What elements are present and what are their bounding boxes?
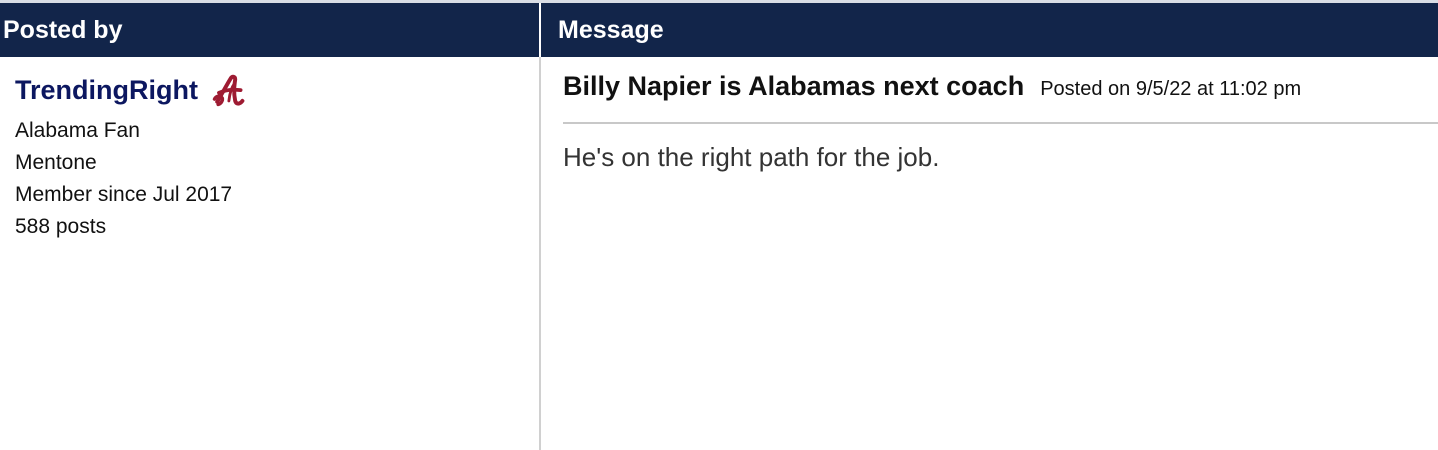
location-label: Mentone xyxy=(15,151,97,174)
author-column: TrendingRight Alabama Fan Mentone Member… xyxy=(0,57,541,450)
post-heading: Billy Napier is Alabamas next coach Post… xyxy=(563,71,1438,111)
forum-post-page: Posted by Message TrendingRight Alabama … xyxy=(0,0,1438,450)
author-name-row: TrendingRight xyxy=(15,68,246,113)
post-body-text: He's on the right path for the job. xyxy=(563,142,940,172)
member-since-label: Member since Jul 2017 xyxy=(15,183,233,206)
post-timestamp: Posted on 9/5/22 at 11:02 pm xyxy=(1040,78,1302,100)
author-meta: Alabama Fan Mentone Member since Jul 201… xyxy=(15,115,232,243)
fan-label: Alabama Fan xyxy=(15,119,140,142)
message-column: Billy Napier is Alabamas next coach Post… xyxy=(541,57,1438,450)
message-header: Message xyxy=(558,15,664,44)
post-count-label: 588 posts xyxy=(15,215,107,238)
posted-by-header: Posted by xyxy=(0,3,541,57)
alabama-script-a-icon xyxy=(212,74,245,106)
post-divider xyxy=(563,122,1438,124)
username-link[interactable]: TrendingRight xyxy=(15,68,198,113)
post-title: Billy Napier is Alabamas next coach xyxy=(563,71,1025,101)
post-table-header: Posted by Message xyxy=(0,3,1438,57)
